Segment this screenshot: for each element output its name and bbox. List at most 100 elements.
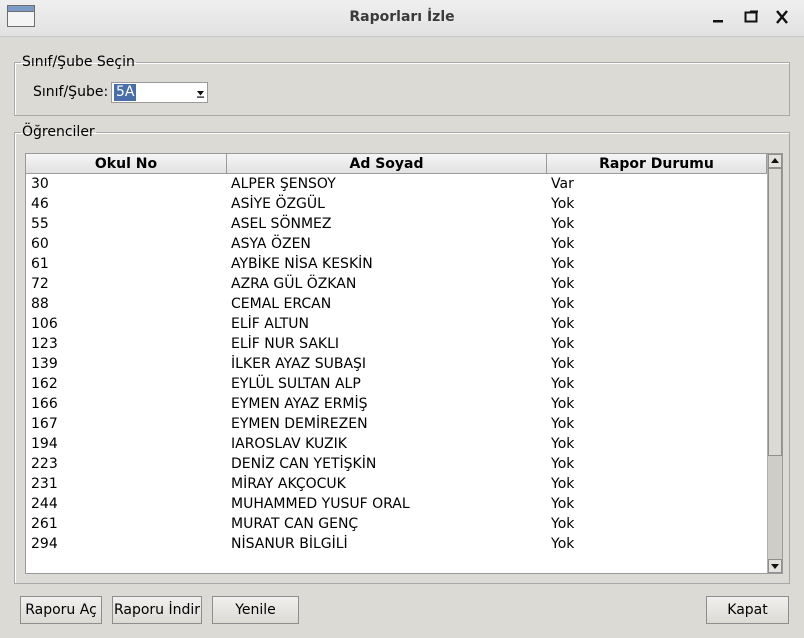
class-combobox[interactable]: 5A	[111, 82, 208, 103]
table-row[interactable]: 123 ELİF NUR SAKLI Yok	[26, 334, 767, 354]
cell-name: MUHAMMED YUSUF ORAL	[231, 496, 410, 512]
chevron-down-icon[interactable]	[196, 89, 205, 98]
scrollbar-thumb[interactable]	[768, 168, 782, 456]
cell-report-status: Yok	[551, 416, 575, 432]
table-row[interactable]: 72 AZRA GÜL ÖZKAN Yok	[26, 274, 767, 294]
cell-report-status: Yok	[551, 476, 575, 492]
table-header: Okul No Ad Soyad Rapor Durumu	[26, 154, 767, 175]
cell-school-no: 61	[31, 256, 49, 272]
cell-school-no: 123	[31, 336, 58, 352]
class-label: Sınıf/Şube:	[33, 84, 109, 100]
table-row[interactable]: 106 ELİF ALTUN Yok	[26, 314, 767, 334]
cell-school-no: 231	[31, 476, 58, 492]
table-row[interactable]: 294 NİSANUR BİLGİLİ Yok	[26, 534, 767, 554]
close-button[interactable]: Kapat	[706, 596, 789, 624]
cell-school-no: 294	[31, 536, 58, 552]
cell-report-status: Yok	[551, 356, 575, 372]
column-header-name[interactable]: Ad Soyad	[227, 154, 547, 174]
refresh-button[interactable]: Yenile	[212, 596, 299, 624]
arrow-up-icon	[771, 158, 779, 163]
title-bar: Raporları İzle	[0, 0, 804, 37]
cell-report-status: Yok	[551, 496, 575, 512]
cell-school-no: 88	[31, 296, 49, 312]
cell-school-no: 194	[31, 436, 58, 452]
cell-name: EYLÜL SULTAN ALP	[231, 376, 361, 392]
cell-report-status: Yok	[551, 256, 575, 272]
cell-name: ELİF NUR SAKLI	[231, 336, 340, 352]
cell-school-no: 261	[31, 516, 58, 532]
cell-report-status: Yok	[551, 396, 575, 412]
cell-name: AYBİKE NİSA KESKİN	[231, 256, 373, 272]
table-row[interactable]: 60 ASYA ÖZEN Yok	[26, 234, 767, 254]
table-row[interactable]: 88 CEMAL ERCAN Yok	[26, 294, 767, 314]
table-row[interactable]: 167 EYMEN DEMİREZEN Yok	[26, 414, 767, 434]
cell-name: AZRA GÜL ÖZKAN	[231, 276, 357, 292]
students-table[interactable]: Okul No Ad Soyad Rapor Durumu 30 ALPER ŞE…	[25, 153, 783, 574]
table-row[interactable]: 61 AYBİKE NİSA KESKİN Yok	[26, 254, 767, 274]
maximize-icon[interactable]	[741, 8, 761, 26]
cell-report-status: Var	[551, 176, 574, 192]
cell-school-no: 139	[31, 356, 58, 372]
table-row[interactable]: 194 IAROSLAV KUZIK Yok	[26, 434, 767, 454]
download-report-button[interactable]: Raporu İndir	[112, 596, 202, 624]
scroll-up-button[interactable]	[768, 154, 782, 168]
close-icon[interactable]	[772, 8, 792, 26]
cell-school-no: 72	[31, 276, 49, 292]
cell-school-no: 55	[31, 216, 49, 232]
vertical-scrollbar[interactable]	[767, 154, 782, 573]
cell-report-status: Yok	[551, 536, 575, 552]
cell-report-status: Yok	[551, 236, 575, 252]
column-header-school-no[interactable]: Okul No	[26, 154, 227, 174]
table-body: 30 ALPER ŞENSOY Var 46 ASİYE ÖZGÜL Yok 55 ASEL …	[26, 174, 767, 554]
cell-name: ELİF ALTUN	[231, 316, 309, 332]
cell-school-no: 162	[31, 376, 58, 392]
table-row[interactable]: 30 ALPER ŞENSOY Var	[26, 174, 767, 194]
table-row[interactable]: 223 DENİZ CAN YETİŞKİN Yok	[26, 454, 767, 474]
cell-report-status: Yok	[551, 336, 575, 352]
cell-report-status: Yok	[551, 216, 575, 232]
cell-name: EYMEN DEMİREZEN	[231, 416, 368, 432]
cell-name: ASİYE ÖZGÜL	[231, 196, 325, 212]
scroll-down-button[interactable]	[768, 559, 782, 573]
cell-school-no: 223	[31, 456, 58, 472]
cell-name: EYMEN AYAZ ERMİŞ	[231, 396, 368, 412]
table-row[interactable]: 231 MİRAY AKÇOCUK Yok	[26, 474, 767, 494]
cell-report-status: Yok	[551, 456, 575, 472]
column-header-report-status[interactable]: Rapor Durumu	[547, 154, 767, 174]
cell-name: NİSANUR BİLGİLİ	[231, 536, 348, 552]
open-report-button[interactable]: Raporu Aç	[20, 596, 102, 624]
cell-report-status: Yok	[551, 516, 575, 532]
cell-school-no: 60	[31, 236, 49, 252]
cell-school-no: 46	[31, 196, 49, 212]
window-title: Raporları İzle	[349, 9, 455, 25]
table-row[interactable]: 139 İLKER AYAZ SUBAŞI Yok	[26, 354, 767, 374]
cell-report-status: Yok	[551, 376, 575, 392]
cell-name: MURAT CAN GENÇ	[231, 516, 359, 532]
class-combobox-value: 5A	[114, 84, 137, 101]
arrow-down-icon	[771, 564, 779, 569]
class-select-legend: Sınıf/Şube Seçin	[22, 54, 135, 70]
minimize-icon[interactable]	[708, 8, 728, 26]
table-row[interactable]: 261 MURAT CAN GENÇ Yok	[26, 514, 767, 534]
table-row[interactable]: 166 EYMEN AYAZ ERMİŞ Yok	[26, 394, 767, 414]
cell-name: CEMAL ERCAN	[231, 296, 332, 312]
cell-report-status: Yok	[551, 316, 575, 332]
cell-name: DENİZ CAN YETİŞKİN	[231, 456, 377, 472]
cell-school-no: 166	[31, 396, 58, 412]
cell-school-no: 167	[31, 416, 58, 432]
table-row[interactable]: 46 ASİYE ÖZGÜL Yok	[26, 194, 767, 214]
cell-name: ALPER ŞENSOY	[231, 176, 336, 192]
cell-school-no: 106	[31, 316, 58, 332]
cell-name: ASEL SÖNMEZ	[231, 216, 332, 232]
students-legend: Öğrenciler	[22, 124, 95, 140]
table-row[interactable]: 55 ASEL SÖNMEZ Yok	[26, 214, 767, 234]
table-row[interactable]: 244 MUHAMMED YUSUF ORAL Yok	[26, 494, 767, 514]
cell-name: MİRAY AKÇOCUK	[231, 476, 346, 492]
table-row[interactable]: 162 EYLÜL SULTAN ALP Yok	[26, 374, 767, 394]
cell-school-no: 30	[31, 176, 49, 192]
cell-school-no: 244	[31, 496, 58, 512]
cell-report-status: Yok	[551, 196, 575, 212]
cell-report-status: Yok	[551, 436, 575, 452]
cell-name: ASYA ÖZEN	[231, 236, 311, 252]
cell-name: IAROSLAV KUZIK	[231, 436, 347, 452]
